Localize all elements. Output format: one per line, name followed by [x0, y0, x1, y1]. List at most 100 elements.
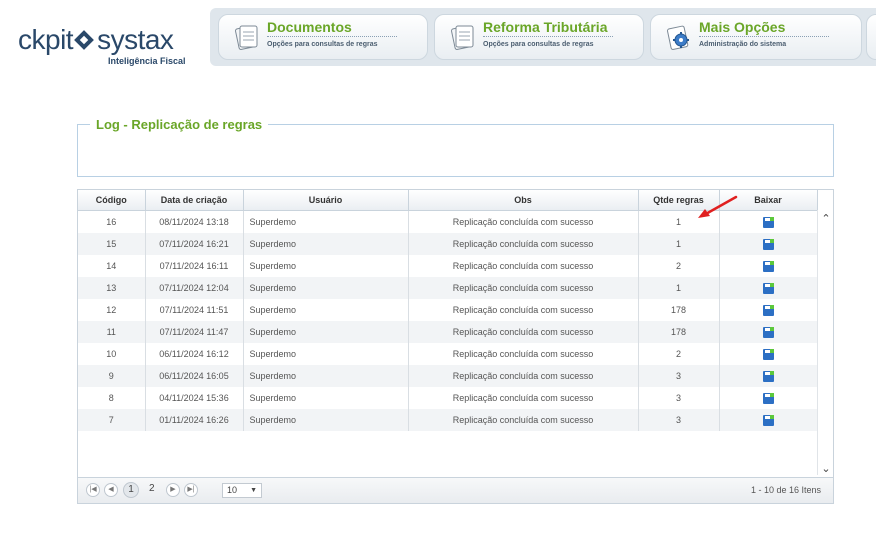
pager-info: 1 - 10 de 16 Itens	[750, 485, 821, 495]
save-icon[interactable]	[762, 326, 774, 338]
cell-baixar	[719, 409, 818, 431]
nav-tab-divider	[699, 36, 829, 37]
cell-qtde: 1	[638, 277, 720, 299]
cell-obs: Replicação concluída com sucesso	[408, 255, 639, 277]
save-icon[interactable]	[762, 282, 774, 294]
cell-codigo: 12	[78, 299, 146, 321]
nav-tab-title: Reforma Tributária	[483, 19, 608, 35]
table-row[interactable]: 10 06/11/2024 16:12 Superdemo Replicação co…	[78, 343, 818, 365]
nav-tab-subtitle: Administração do sistema	[699, 41, 787, 48]
cell-data: 07/11/2024 11:51	[145, 299, 244, 321]
cell-qtde: 3	[638, 387, 720, 409]
page-number-current[interactable]: 1	[123, 482, 139, 498]
cell-baixar	[719, 255, 818, 277]
cell-qtde: 3	[638, 365, 720, 387]
cell-baixar	[719, 299, 818, 321]
cell-codigo: 7	[78, 409, 146, 431]
log-panel: Log - Replicação de regras	[77, 117, 834, 177]
logo-tagline: Inteligência Fiscal	[108, 56, 186, 66]
chevron-up-icon[interactable]: ⌃	[818, 212, 834, 225]
table-row[interactable]: 12 07/11/2024 11:51 Superdemo Replicação co…	[78, 299, 818, 321]
column-header-data-criacao[interactable]: Data de criação	[145, 190, 244, 211]
cell-data: 06/11/2024 16:05	[145, 365, 244, 387]
cell-baixar	[719, 277, 818, 299]
cell-data: 08/11/2024 13:18	[145, 210, 244, 233]
nav-tab-reforma-tributaria[interactable]: Reforma Tributária Opções para consultas…	[434, 14, 644, 60]
cell-qtde: 178	[638, 321, 720, 343]
caret-down-icon: ▼	[250, 487, 257, 494]
cell-usuario: Superdemo	[243, 365, 409, 387]
previous-page-icon[interactable]: ◀	[104, 483, 118, 497]
cell-qtde: 1	[638, 233, 720, 255]
save-icon[interactable]	[762, 370, 774, 382]
nav-tab-overflow[interactable]	[866, 14, 876, 60]
nav-tab-mais-opcoes[interactable]: Mais Opções Administração do sistema	[650, 14, 862, 60]
cell-baixar	[719, 387, 818, 409]
first-page-icon[interactable]: |◀	[86, 483, 100, 497]
page-size-select[interactable]: 10 ▼	[222, 483, 262, 498]
cell-usuario: Superdemo	[243, 277, 409, 299]
nav-tab-subtitle: Opções para consultas de regras	[267, 41, 378, 48]
cell-usuario: Superdemo	[243, 387, 409, 409]
cell-usuario: Superdemo	[243, 233, 409, 255]
cell-obs: Replicação concluída com sucesso	[408, 409, 639, 431]
save-icon[interactable]	[762, 260, 774, 272]
table-row[interactable]: 15 07/11/2024 16:21 Superdemo Replicação co…	[78, 233, 818, 255]
page-number[interactable]: 2	[149, 483, 155, 494]
chevron-down-icon[interactable]: ⌄	[818, 462, 834, 475]
cell-qtde: 178	[638, 299, 720, 321]
cell-codigo: 13	[78, 277, 146, 299]
cell-data: 07/11/2024 11:47	[145, 321, 244, 343]
top-header: ckpit systax Inteligência Fiscal Document…	[0, 0, 876, 70]
cell-codigo: 10	[78, 343, 146, 365]
table-row[interactable]: 8 04/11/2024 15:36 Superdemo Replicação con…	[78, 387, 818, 409]
cell-usuario: Superdemo	[243, 255, 409, 277]
save-icon[interactable]	[762, 392, 774, 404]
cell-data: 04/11/2024 15:36	[145, 387, 244, 409]
cell-usuario: Superdemo	[243, 210, 409, 233]
last-page-icon[interactable]: ▶|	[184, 483, 198, 497]
cell-obs: Replicação concluída com sucesso	[408, 387, 639, 409]
column-header-obs[interactable]: Obs	[408, 190, 639, 211]
cell-obs: Replicação concluída com sucesso	[408, 343, 639, 365]
vertical-scrollbar[interactable]: ⌃ ⌄	[817, 210, 833, 475]
cell-obs: Replicação concluída com sucesso	[408, 277, 639, 299]
cell-baixar	[719, 321, 818, 343]
logo-diamond-icon	[74, 30, 94, 50]
column-header-usuario[interactable]: Usuário	[243, 190, 409, 211]
nav-tab-title: Documentos	[267, 19, 352, 35]
cell-codigo: 8	[78, 387, 146, 409]
table-row[interactable]: 13 07/11/2024 12:04 Superdemo Replicação co…	[78, 277, 818, 299]
save-icon[interactable]	[762, 348, 774, 360]
cell-baixar	[719, 365, 818, 387]
table-row[interactable]: 11 07/11/2024 11:47 Superdemo Replicação co…	[78, 321, 818, 343]
save-icon[interactable]	[762, 414, 774, 426]
nav-tab-divider	[483, 36, 613, 37]
save-icon[interactable]	[762, 304, 774, 316]
cell-obs: Replicação concluída com sucesso	[408, 321, 639, 343]
cell-usuario: Superdemo	[243, 299, 409, 321]
cell-obs: Replicação concluída com sucesso	[408, 299, 639, 321]
logo-wordmark: ckpit systax	[18, 24, 174, 55]
column-header-codigo[interactable]: Código	[78, 190, 146, 211]
replication-log-grid: Código Data de criação Usuário Obs Qtde …	[77, 189, 834, 504]
table-row[interactable]: 9 06/11/2024 16:05 Superdemo Replicação con…	[78, 365, 818, 387]
cell-data: 07/11/2024 16:11	[145, 255, 244, 277]
document-icon	[235, 25, 258, 50]
cell-codigo: 14	[78, 255, 146, 277]
cell-baixar	[719, 343, 818, 365]
save-icon[interactable]	[762, 238, 774, 250]
cell-usuario: Superdemo	[243, 343, 409, 365]
table-row[interactable]: 14 07/11/2024 16:11 Superdemo Replicação co…	[78, 255, 818, 277]
table-row[interactable]: 7 01/11/2024 16:26 Superdemo Replicação con…	[78, 409, 818, 431]
logo[interactable]: ckpit systax Inteligência Fiscal	[18, 22, 208, 70]
cell-usuario: Superdemo	[243, 321, 409, 343]
log-panel-title: Log - Replicação de regras	[96, 117, 263, 132]
nav-tab-documentos[interactable]: Documentos Opções para consultas de regr…	[218, 14, 428, 60]
cell-obs: Replicação concluída com sucesso	[408, 210, 639, 233]
cell-usuario: Superdemo	[243, 409, 409, 431]
cell-data: 06/11/2024 16:12	[145, 343, 244, 365]
next-page-icon[interactable]: ▶	[166, 483, 180, 497]
save-icon[interactable]	[762, 216, 774, 228]
cell-codigo: 9	[78, 365, 146, 387]
